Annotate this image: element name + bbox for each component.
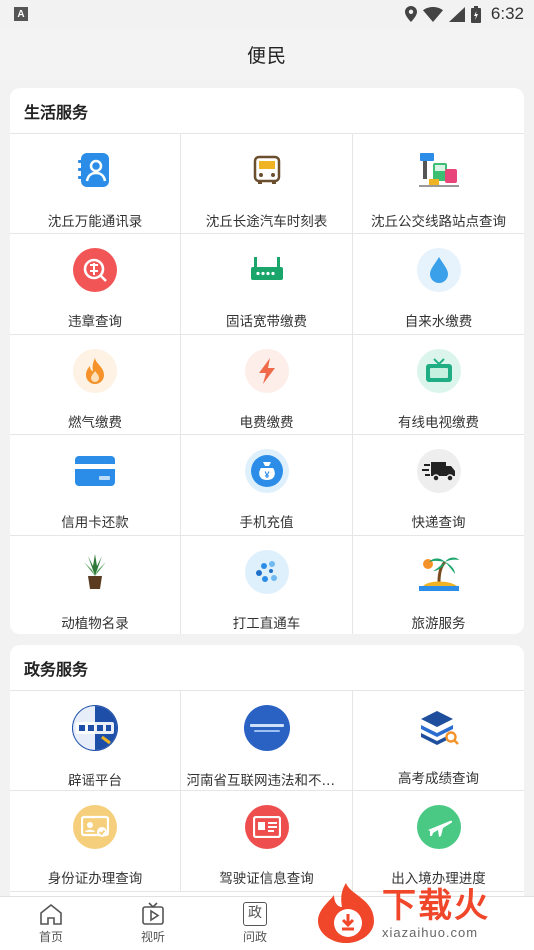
tab-video[interactable]: 视听 bbox=[102, 897, 204, 950]
service-label: 燃气缴费 bbox=[68, 414, 122, 431]
service-bus-stops[interactable]: 沈丘公交线路站点查询 bbox=[353, 134, 524, 235]
service-contacts[interactable]: 沈丘万能通讯录 bbox=[10, 134, 181, 235]
status-bar: A 6:32 bbox=[0, 0, 534, 28]
gov-services-title: 政务服务 bbox=[10, 645, 524, 691]
water-drop-icon bbox=[416, 248, 461, 293]
service-flora-fauna[interactable]: 动植物名录 bbox=[10, 535, 181, 634]
politics-glyph: 政 bbox=[243, 902, 267, 926]
gov-services-grid: 辟谣平台 河南省互联网违法和不良… 高考成绩查询 身份证办理查询 驾驶证信息查询 bbox=[10, 691, 524, 892]
notification-a-icon: A bbox=[14, 7, 28, 21]
potted-plant-icon bbox=[73, 550, 117, 594]
service-label: 辟谣平台 bbox=[68, 773, 122, 789]
tab-label: 首页 bbox=[38, 930, 63, 944]
service-label: 信用卡还款 bbox=[61, 515, 129, 532]
service-label: 有线电视缴费 bbox=[398, 414, 479, 431]
router-icon bbox=[245, 248, 289, 292]
service-phone-topup[interactable]: ¥ 手机充值 bbox=[181, 435, 353, 536]
address-book-icon bbox=[73, 148, 117, 192]
service-cable-tv[interactable]: 有线电视缴费 bbox=[353, 335, 524, 436]
service-label: 身份证办理查询 bbox=[47, 871, 143, 888]
clock: 6:32 bbox=[490, 4, 524, 23]
airplane-icon bbox=[416, 805, 461, 850]
palm-island-icon bbox=[417, 550, 461, 594]
lightning-icon bbox=[244, 348, 289, 393]
service-label: 违章查询 bbox=[68, 314, 122, 331]
signal-icon bbox=[448, 6, 465, 22]
service-label: 电费缴费 bbox=[239, 414, 294, 431]
credit-card-icon bbox=[73, 449, 117, 493]
home-icon bbox=[39, 902, 63, 926]
driver-license-icon bbox=[244, 805, 289, 850]
money-bag-icon: ¥ bbox=[244, 449, 289, 494]
service-illegal-info-report[interactable]: 河南省互联网违法和不良… bbox=[181, 691, 353, 792]
life-services-grid: 沈丘万能通讯录 沈丘长途汽车时刻表 沈丘公交线路站点查询 违章查询 固话宽带缴费 bbox=[10, 134, 524, 634]
tab-label: 问政 bbox=[242, 930, 267, 944]
service-job-express[interactable]: 打工直通车 bbox=[181, 535, 353, 634]
politics-icon: 政 bbox=[243, 902, 267, 926]
service-label: 快递查询 bbox=[411, 515, 466, 532]
service-label: 固话宽带缴费 bbox=[226, 314, 307, 331]
service-label: 河南省互联网违法和不良… bbox=[186, 773, 347, 789]
location-icon bbox=[404, 6, 417, 22]
watermark-url: xiazaihuo.com bbox=[382, 924, 479, 940]
service-label: 旅游服务 bbox=[411, 615, 466, 632]
service-gaokao-score[interactable]: 高考成绩查询 bbox=[353, 691, 524, 792]
violation-icon bbox=[73, 248, 117, 293]
service-express[interactable]: 快递查询 bbox=[353, 435, 524, 536]
tab-home[interactable]: 首页 bbox=[0, 897, 102, 950]
service-broadband[interactable]: 固话宽带缴费 bbox=[181, 234, 353, 335]
service-electricity[interactable]: 电费缴费 bbox=[181, 334, 353, 436]
id-card-icon bbox=[73, 805, 117, 850]
bus-icon bbox=[245, 148, 289, 192]
service-label: 手机充值 bbox=[239, 515, 294, 532]
watermark: 下载火 xiazaihuo.com bbox=[314, 876, 534, 950]
service-water[interactable]: 自来水缴费 bbox=[353, 234, 524, 335]
service-rumor-platform[interactable]: 辟谣平台 bbox=[10, 691, 181, 792]
service-label: 自来水缴费 bbox=[404, 314, 473, 331]
service-label: 动植物名录 bbox=[61, 615, 129, 632]
life-services-title: 生活服务 bbox=[10, 88, 524, 134]
service-violation[interactable]: 违章查询 bbox=[10, 234, 181, 335]
tab-politics[interactable]: 政 问政 bbox=[204, 897, 306, 950]
video-play-icon bbox=[141, 902, 165, 926]
gov-services-card: 政务服务 辟谣平台 河南省互联网违法和不良… 高考成绩查询 身份证办理查询 驾驶… bbox=[10, 645, 524, 905]
watermark-title: 下载火 bbox=[382, 885, 490, 926]
tab-label: 视听 bbox=[140, 930, 165, 944]
svg-text:¥: ¥ bbox=[264, 470, 269, 480]
bus-stop-icon bbox=[417, 148, 461, 192]
service-travel[interactable]: 旅游服务 bbox=[353, 536, 524, 634]
service-label: 驾驶证信息查询 bbox=[219, 871, 314, 888]
service-coach-timetable[interactable]: 沈丘长途汽车时刻表 bbox=[181, 134, 353, 235]
service-id-card[interactable]: 身份证办理查询 bbox=[10, 791, 181, 892]
service-label: 沈丘万能通讯录 bbox=[47, 214, 143, 230]
service-label: 高考成绩查询 bbox=[398, 771, 479, 787]
report-center-logo bbox=[243, 705, 290, 751]
service-label: 沈丘公交线路站点查询 bbox=[371, 214, 506, 230]
watermark-flame-logo bbox=[318, 883, 374, 943]
wifi-icon bbox=[422, 6, 443, 22]
tv-icon bbox=[416, 348, 461, 393]
dots-circle-icon bbox=[244, 549, 289, 594]
flame-icon bbox=[73, 348, 117, 393]
page-title: 便民 bbox=[0, 28, 534, 80]
service-credit-card[interactable]: 信用卡还款 bbox=[10, 435, 181, 536]
books-search-icon bbox=[417, 705, 461, 749]
rumor-platform-logo bbox=[72, 705, 118, 751]
battery-icon bbox=[470, 5, 481, 23]
delivery-truck-icon bbox=[416, 449, 461, 494]
life-services-card: 生活服务 沈丘万能通讯录 沈丘长途汽车时刻表 沈丘公交线路站点查询 违章查询 固… bbox=[10, 88, 524, 634]
service-label: 打工直通车 bbox=[232, 615, 301, 632]
service-gas[interactable]: 燃气缴费 bbox=[10, 334, 181, 436]
service-label: 沈丘长途汽车时刻表 bbox=[205, 214, 328, 230]
